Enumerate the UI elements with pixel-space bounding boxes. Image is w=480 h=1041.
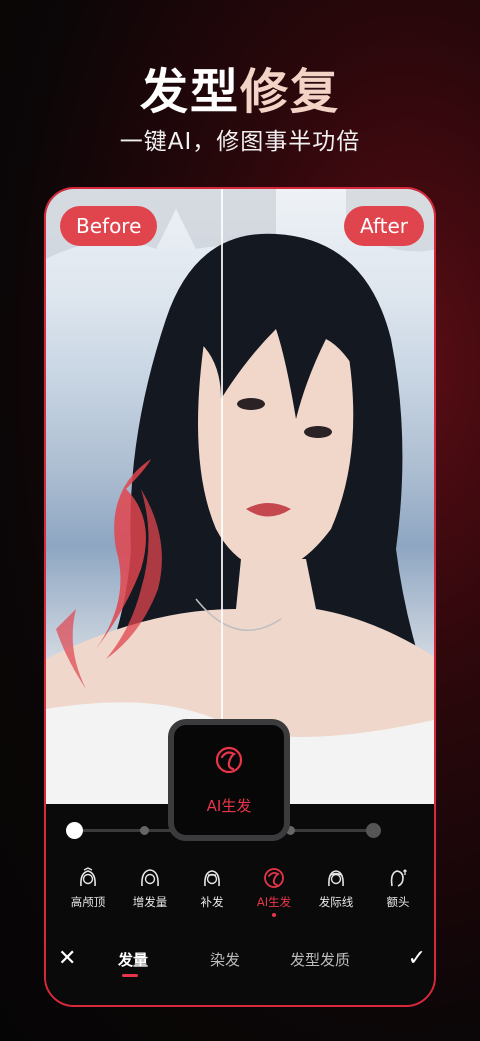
- active-indicator: [272, 913, 276, 917]
- ai-hair-icon: [264, 868, 284, 888]
- headline: 发型修复: [0, 52, 480, 122]
- compare-divider[interactable]: [221, 189, 223, 804]
- bottom-tabs: ✕ 发量 染发 发型发质 ✓: [46, 939, 434, 983]
- tab-hair-dye[interactable]: 染发: [210, 949, 240, 970]
- tool-hair-volume[interactable]: 增发量: [118, 867, 182, 910]
- portrait-illustration: [46, 189, 434, 804]
- slider-mark: [140, 826, 149, 835]
- tool-hair-fill[interactable]: 补发: [180, 867, 244, 910]
- headline-part-1: 发型: [139, 64, 240, 120]
- subtitle: 一键AI，修图事半功倍: [119, 129, 361, 155]
- tool-label: 额头: [386, 895, 410, 909]
- tool-forehead[interactable]: 额头: [366, 867, 430, 910]
- tool-hairline[interactable]: 发际线: [304, 867, 368, 910]
- before-label: Before: [60, 206, 158, 246]
- ai-hair-popup[interactable]: AI生发: [168, 719, 290, 841]
- tool-bar: 高颅顶 增发量 补发 AI生发 发际线 额头: [46, 867, 434, 937]
- popup-label: AI生发: [206, 797, 252, 815]
- ai-hair-icon: [215, 746, 243, 774]
- hair-volume-icon: [141, 869, 159, 887]
- tool-ai-hair[interactable]: AI生发: [242, 867, 306, 917]
- close-icon[interactable]: ✕: [58, 947, 76, 971]
- phone-frame: Before After AI生发 高颅顶 增发量 补发 AI生发 发际线 额头…: [44, 187, 436, 1007]
- slider-end-mark: [366, 823, 381, 838]
- hair-fill-icon: [204, 870, 220, 887]
- tool-label: 补发: [200, 895, 224, 909]
- forehead-icon: [390, 869, 407, 887]
- tab-hairstyle-texture[interactable]: 发型发质: [290, 949, 350, 970]
- slider-knob[interactable]: [66, 822, 83, 839]
- portrait-photo: Before After: [46, 189, 434, 804]
- tool-high-crown[interactable]: 高颅顶: [56, 867, 120, 910]
- high-crown-icon: [80, 867, 96, 887]
- tool-label: 增发量: [132, 895, 168, 909]
- tab-underline: [122, 974, 138, 977]
- headline-part-2: 修复: [240, 64, 341, 120]
- tool-label: 高颅顶: [70, 895, 106, 909]
- tool-label: 发际线: [318, 895, 354, 909]
- tool-label: AI生发: [256, 895, 292, 909]
- after-label: After: [343, 206, 424, 246]
- tab-hair-volume[interactable]: 发量: [118, 949, 148, 970]
- confirm-check-icon[interactable]: ✓: [408, 947, 426, 971]
- hairline-icon: [328, 870, 344, 887]
